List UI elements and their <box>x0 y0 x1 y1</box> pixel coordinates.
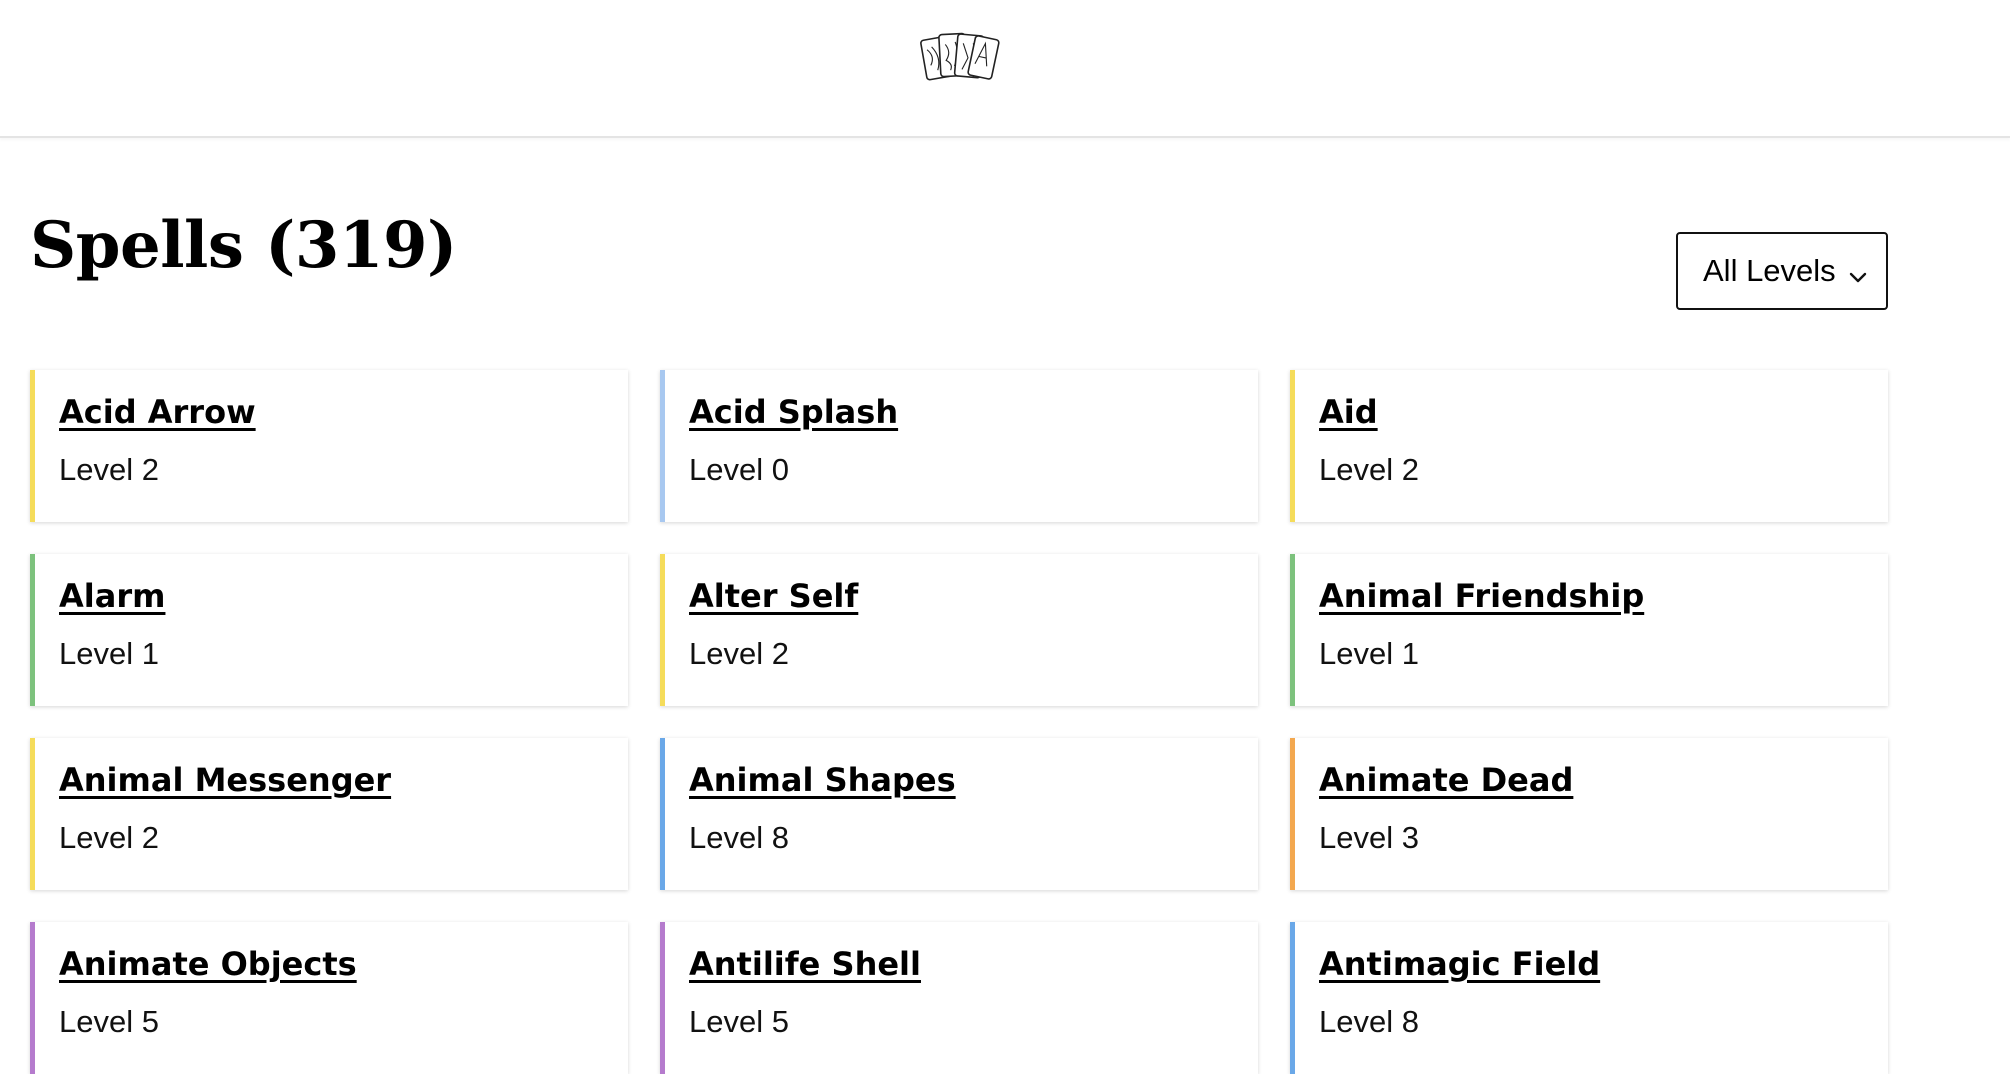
spell-level: Level 2 <box>1319 452 1419 487</box>
spell-name-link[interactable]: Aid <box>1319 392 1378 432</box>
spell-name-link[interactable]: Alarm <box>59 576 165 616</box>
spell-level: Level 3 <box>1319 820 1419 855</box>
level-filter-selected-value: All Levels <box>1703 253 1836 288</box>
spell-card[interactable]: Acid Splash Level 0 <box>660 370 1258 522</box>
spell-level: Level 5 <box>689 1004 789 1039</box>
spell-card[interactable]: Alter Self Level 2 <box>660 554 1258 706</box>
spell-card[interactable]: Animal Friendship Level 1 <box>1290 554 1888 706</box>
spell-level: Level 8 <box>689 820 789 855</box>
spell-name-link[interactable]: Animal Shapes <box>689 760 956 800</box>
spell-level: Level 1 <box>1319 636 1419 671</box>
spell-name-link[interactable]: Animal Friendship <box>1319 576 1644 616</box>
spell-level: Level 5 <box>59 1004 159 1039</box>
spell-level: Level 0 <box>689 452 789 487</box>
spell-level: Level 1 <box>59 636 159 671</box>
spell-card[interactable]: Animate Objects Level 5 <box>30 922 628 1074</box>
chevron-down-icon <box>1848 260 1868 283</box>
spell-name-link[interactable]: Antilife Shell <box>689 944 921 984</box>
spell-name-link[interactable]: Alter Self <box>689 576 858 616</box>
spell-name-link[interactable]: Acid Arrow <box>59 392 256 432</box>
spell-level: Level 8 <box>1319 1004 1419 1039</box>
spell-card[interactable]: Alarm Level 1 <box>30 554 628 706</box>
spell-name-link[interactable]: Acid Splash <box>689 392 898 432</box>
top-navigation-bar <box>0 0 2010 138</box>
spell-card[interactable]: Antilife Shell Level 5 <box>660 922 1258 1074</box>
spell-card[interactable]: Acid Arrow Level 2 <box>30 370 628 522</box>
playing-cards-icon[interactable] <box>916 28 1002 88</box>
spell-card[interactable]: Animal Shapes Level 8 <box>660 738 1258 890</box>
spell-card[interactable]: Animal Messenger Level 2 <box>30 738 628 890</box>
page-title: Spells (319) <box>30 208 457 283</box>
spell-level: Level 2 <box>59 452 159 487</box>
spell-level: Level 2 <box>59 820 159 855</box>
spell-name-link[interactable]: Animate Dead <box>1319 760 1573 800</box>
spell-name-link[interactable]: Animal Messenger <box>59 760 391 800</box>
spell-level: Level 2 <box>689 636 789 671</box>
level-filter-select[interactable]: All Levels <box>1676 232 1888 310</box>
spell-name-link[interactable]: Antimagic Field <box>1319 944 1600 984</box>
spell-card[interactable]: Aid Level 2 <box>1290 370 1888 522</box>
spell-card[interactable]: Animate Dead Level 3 <box>1290 738 1888 890</box>
spell-card-grid: Acid Arrow Level 2 Acid Splash Level 0 Aid Le… <box>30 370 1890 1074</box>
spell-name-link[interactable]: Animate Objects <box>59 944 357 984</box>
spell-card[interactable]: Antimagic Field Level 8 <box>1290 922 1888 1074</box>
